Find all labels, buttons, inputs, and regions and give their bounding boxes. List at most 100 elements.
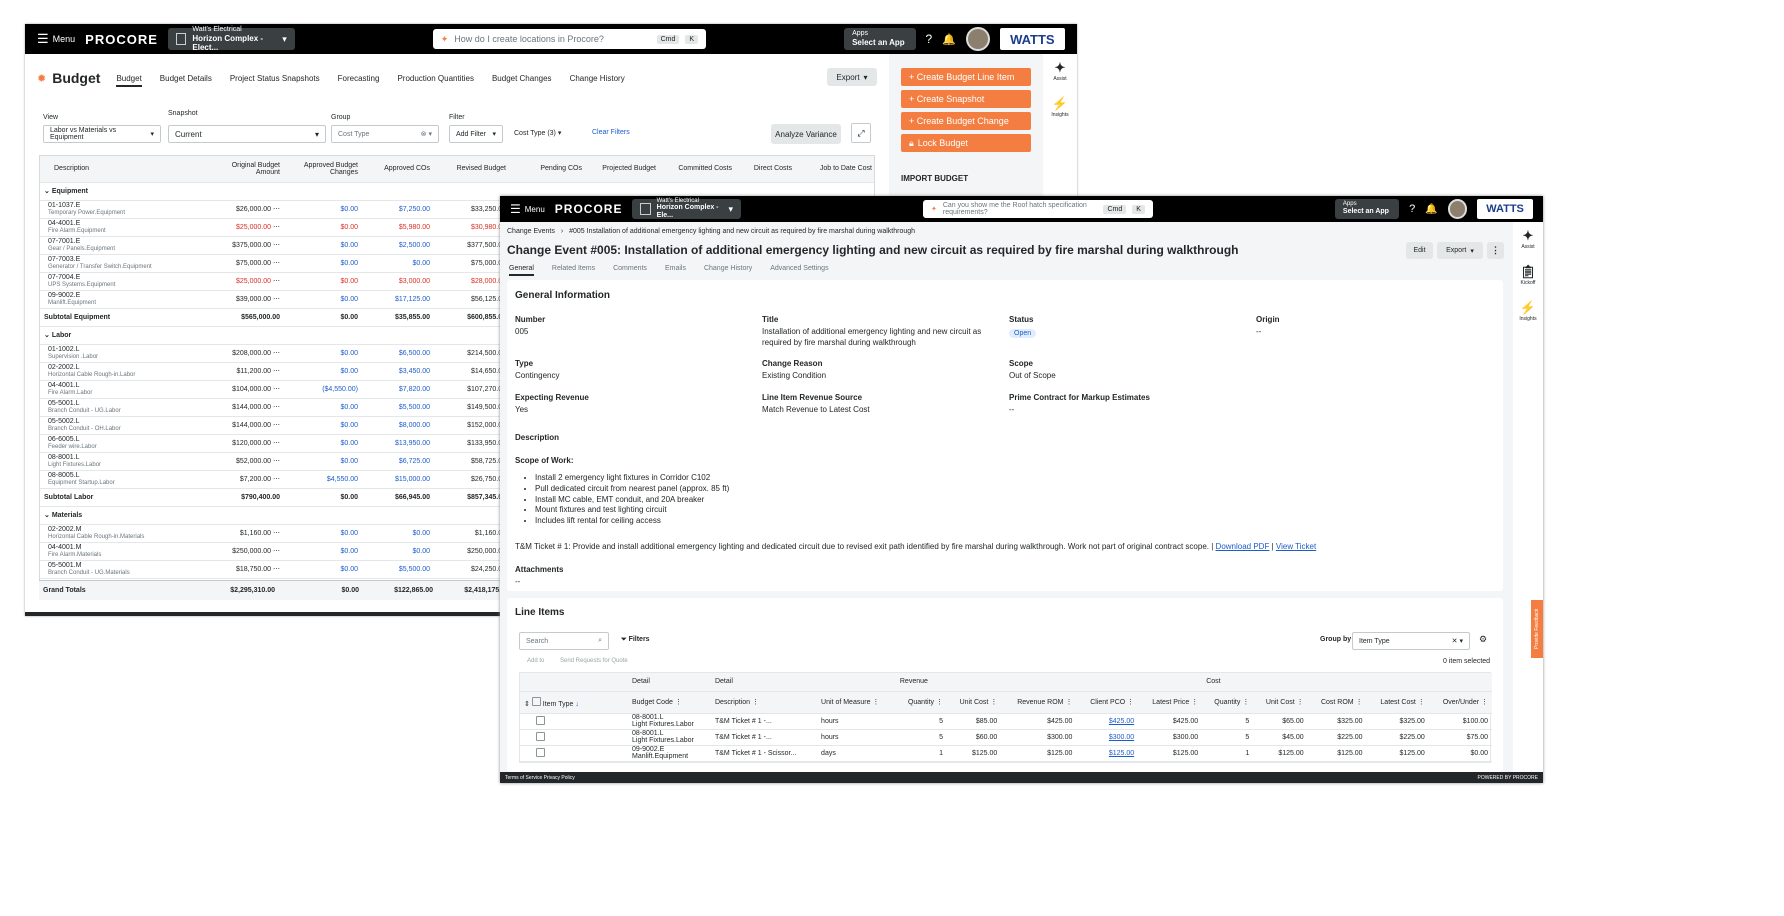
kebab-icon[interactable]: ⋮ <box>990 699 997 706</box>
menu-label[interactable]: Menu <box>525 205 545 214</box>
approved-budget-changes[interactable]: $4,550.00 <box>284 470 362 489</box>
approved-budget-changes[interactable]: $0.00 <box>284 344 362 363</box>
bell-icon[interactable]: 🔔 <box>1425 204 1437 215</box>
more-icon[interactable]: ⋯ <box>273 476 280 483</box>
approved-cos[interactable]: $3,000.00 <box>362 272 434 291</box>
col-description[interactable]: Description <box>40 156 206 183</box>
approved-budget-changes[interactable]: $0.00 <box>284 200 362 219</box>
col-header[interactable]: Latest Cost ⋮ <box>1366 691 1429 714</box>
more-icon[interactable]: ⋯ <box>273 368 280 375</box>
menu-label[interactable]: Menu <box>53 34 76 44</box>
add-to-button[interactable]: Add to <box>527 658 544 664</box>
approved-budget-changes[interactable]: $0.00 <box>284 290 362 309</box>
approved-cos[interactable]: $7,820.00 <box>362 380 434 399</box>
more-icon[interactable]: ⋯ <box>273 548 280 555</box>
col-approved-budget-changes[interactable]: Approved Budget Changes <box>284 156 362 183</box>
col-projected-budget[interactable]: Projected Budget <box>586 156 660 183</box>
clear-caret-icon[interactable]: ⊗ ▾ <box>421 130 432 138</box>
chevron-down-icon[interactable]: ⌄ <box>44 332 50 339</box>
col-revised-budget[interactable]: Revised Budget <box>434 156 510 183</box>
col-header[interactable]: Unit of Measure ⋮ <box>817 691 896 714</box>
chevron-down-icon[interactable]: ⌄ <box>44 512 50 519</box>
approved-cos[interactable]: $6,725.00 <box>362 452 434 471</box>
kebab-icon[interactable]: ⋮ <box>872 699 879 706</box>
more-icon[interactable]: ⋯ <box>273 278 280 285</box>
approved-budget-changes[interactable]: $0.00 <box>284 416 362 435</box>
kickoff-rail-button[interactable]: 📋︎ Kickoff <box>1513 264 1543 286</box>
more-icon[interactable]: ⋯ <box>273 440 280 447</box>
tab-general[interactable]: General <box>509 265 534 276</box>
client-pco[interactable]: $425.00 <box>1076 713 1139 730</box>
search-input[interactable]: ✦ Can you show me the Roof hatch specifi… <box>922 200 1153 218</box>
col-header[interactable]: Revenue ROM ⋮ <box>1001 691 1077 714</box>
col-committed-costs[interactable]: Committed Costs <box>660 156 736 183</box>
approved-cos[interactable]: $5,500.00 <box>362 560 434 579</box>
expand-icon[interactable]: ⤢ <box>851 123 871 143</box>
approved-cos[interactable]: $8,000.00 <box>362 416 434 435</box>
filters-button[interactable]: ⏷ Filters <box>621 636 650 644</box>
create-budget-change-button[interactable]: + Create Budget Change <box>901 112 1031 130</box>
approved-budget-changes[interactable]: $0.00 <box>284 542 362 561</box>
tab-emails[interactable]: Emails <box>665 265 686 272</box>
col-original-budget[interactable]: Original Budget Amount <box>206 156 284 183</box>
tab-snapshots[interactable]: Project Status Snapshots <box>230 74 320 83</box>
export-button[interactable]: Export ▾ <box>827 68 877 86</box>
row-checkbox[interactable] <box>536 747 545 757</box>
project-selector[interactable]: Watt's Electrical Horizon Complex - Elect… <box>167 26 295 52</box>
approved-budget-changes[interactable]: $0.00 <box>284 398 362 417</box>
kebab-icon[interactable]: ⋮ <box>1242 699 1249 706</box>
insights-rail-button[interactable]: ⚡ Insights <box>1043 96 1077 118</box>
send-rfq-button[interactable]: Send Requests for Quote <box>560 658 628 664</box>
col-header[interactable]: Unit Cost ⋮ <box>946 691 1002 714</box>
col-approved-cos[interactable]: Approved COs <box>362 156 434 183</box>
tab-budget-details[interactable]: Budget Details <box>160 74 212 83</box>
arrow-down-icon[interactable]: ↓ <box>575 701 579 708</box>
tab-forecasting[interactable]: Forecasting <box>338 74 380 83</box>
col-header[interactable]: Unit Cost ⋮ <box>1253 691 1308 714</box>
tab-related-items[interactable]: Related Items <box>552 265 595 272</box>
approved-budget-changes[interactable]: $0.00 <box>284 362 362 381</box>
col-item-type[interactable]: ⇕ Item Type ↓ <box>520 691 628 714</box>
col-header[interactable]: Quantity ⋮ <box>895 691 947 714</box>
table-row[interactable]: 08-8001.L Light Fixtures.Labor T&M Ticket … <box>520 729 1492 746</box>
more-icon[interactable]: ⋯ <box>273 458 280 465</box>
app-selector[interactable]: Apps Select an App <box>844 28 916 50</box>
tab-change-history[interactable]: Change History <box>704 265 752 272</box>
kebab-icon[interactable]: ⋮ <box>1356 699 1363 706</box>
avatar[interactable] <box>965 27 990 51</box>
tab-production-quantities[interactable]: Production Quantities <box>397 74 474 83</box>
more-options-icon[interactable]: ⋮ <box>1487 242 1504 259</box>
menu-icon[interactable]: ☰ <box>510 202 521 216</box>
col-header[interactable]: Latest Price ⋮ <box>1138 691 1203 714</box>
procore-logo[interactable]: PROCORE <box>555 202 623 216</box>
approved-budget-changes[interactable]: $0.00 <box>284 560 362 579</box>
more-icon[interactable]: ⋯ <box>273 386 280 393</box>
breadcrumb-change-events[interactable]: Change Events <box>507 228 555 235</box>
table-row[interactable]: 09-9002.E Manlift.Equipment T&M Ticket # 1… <box>520 745 1492 762</box>
approved-cos[interactable]: $0.00 <box>362 524 434 543</box>
clear-filters-link[interactable]: Clear Filters <box>592 129 630 136</box>
more-icon[interactable]: ⋯ <box>273 206 280 213</box>
menu-icon[interactable]: ☰ <box>37 31 49 47</box>
col-pending-cos[interactable]: Pending COs <box>510 156 586 183</box>
help-icon[interactable]: ? <box>926 32 933 46</box>
avatar[interactable] <box>1447 199 1468 219</box>
col-header[interactable]: Client PCO ⋮ <box>1076 691 1139 714</box>
group-by-select[interactable]: Item Type ✕ ▾ <box>1352 632 1470 650</box>
search-input[interactable]: ✦ How do I create locations in Procore? … <box>432 29 707 49</box>
approved-cos[interactable]: $13,950.00 <box>362 434 434 453</box>
approved-budget-changes[interactable]: $0.00 <box>284 254 362 273</box>
client-pco[interactable]: $125.00 <box>1076 745 1139 762</box>
line-items-search[interactable]: Search ⌕ <box>519 632 609 650</box>
create-line-item-button[interactable]: + Create Budget Line Item <box>901 68 1031 86</box>
approved-budget-changes[interactable]: $0.00 <box>284 434 362 453</box>
snapshot-select[interactable]: Current ▾ <box>168 125 326 143</box>
bell-icon[interactable]: 🔔 <box>942 33 956 46</box>
kebab-icon[interactable]: ⋮ <box>1127 699 1134 706</box>
more-icon[interactable]: ⋯ <box>273 530 280 537</box>
col-header[interactable]: Cost ROM ⋮ <box>1307 691 1367 714</box>
more-icon[interactable]: ⋯ <box>273 296 280 303</box>
sort-icon[interactable]: ⇕ <box>524 701 530 708</box>
row-checkbox[interactable] <box>536 715 545 725</box>
kebab-icon[interactable]: ⋮ <box>1418 699 1425 706</box>
